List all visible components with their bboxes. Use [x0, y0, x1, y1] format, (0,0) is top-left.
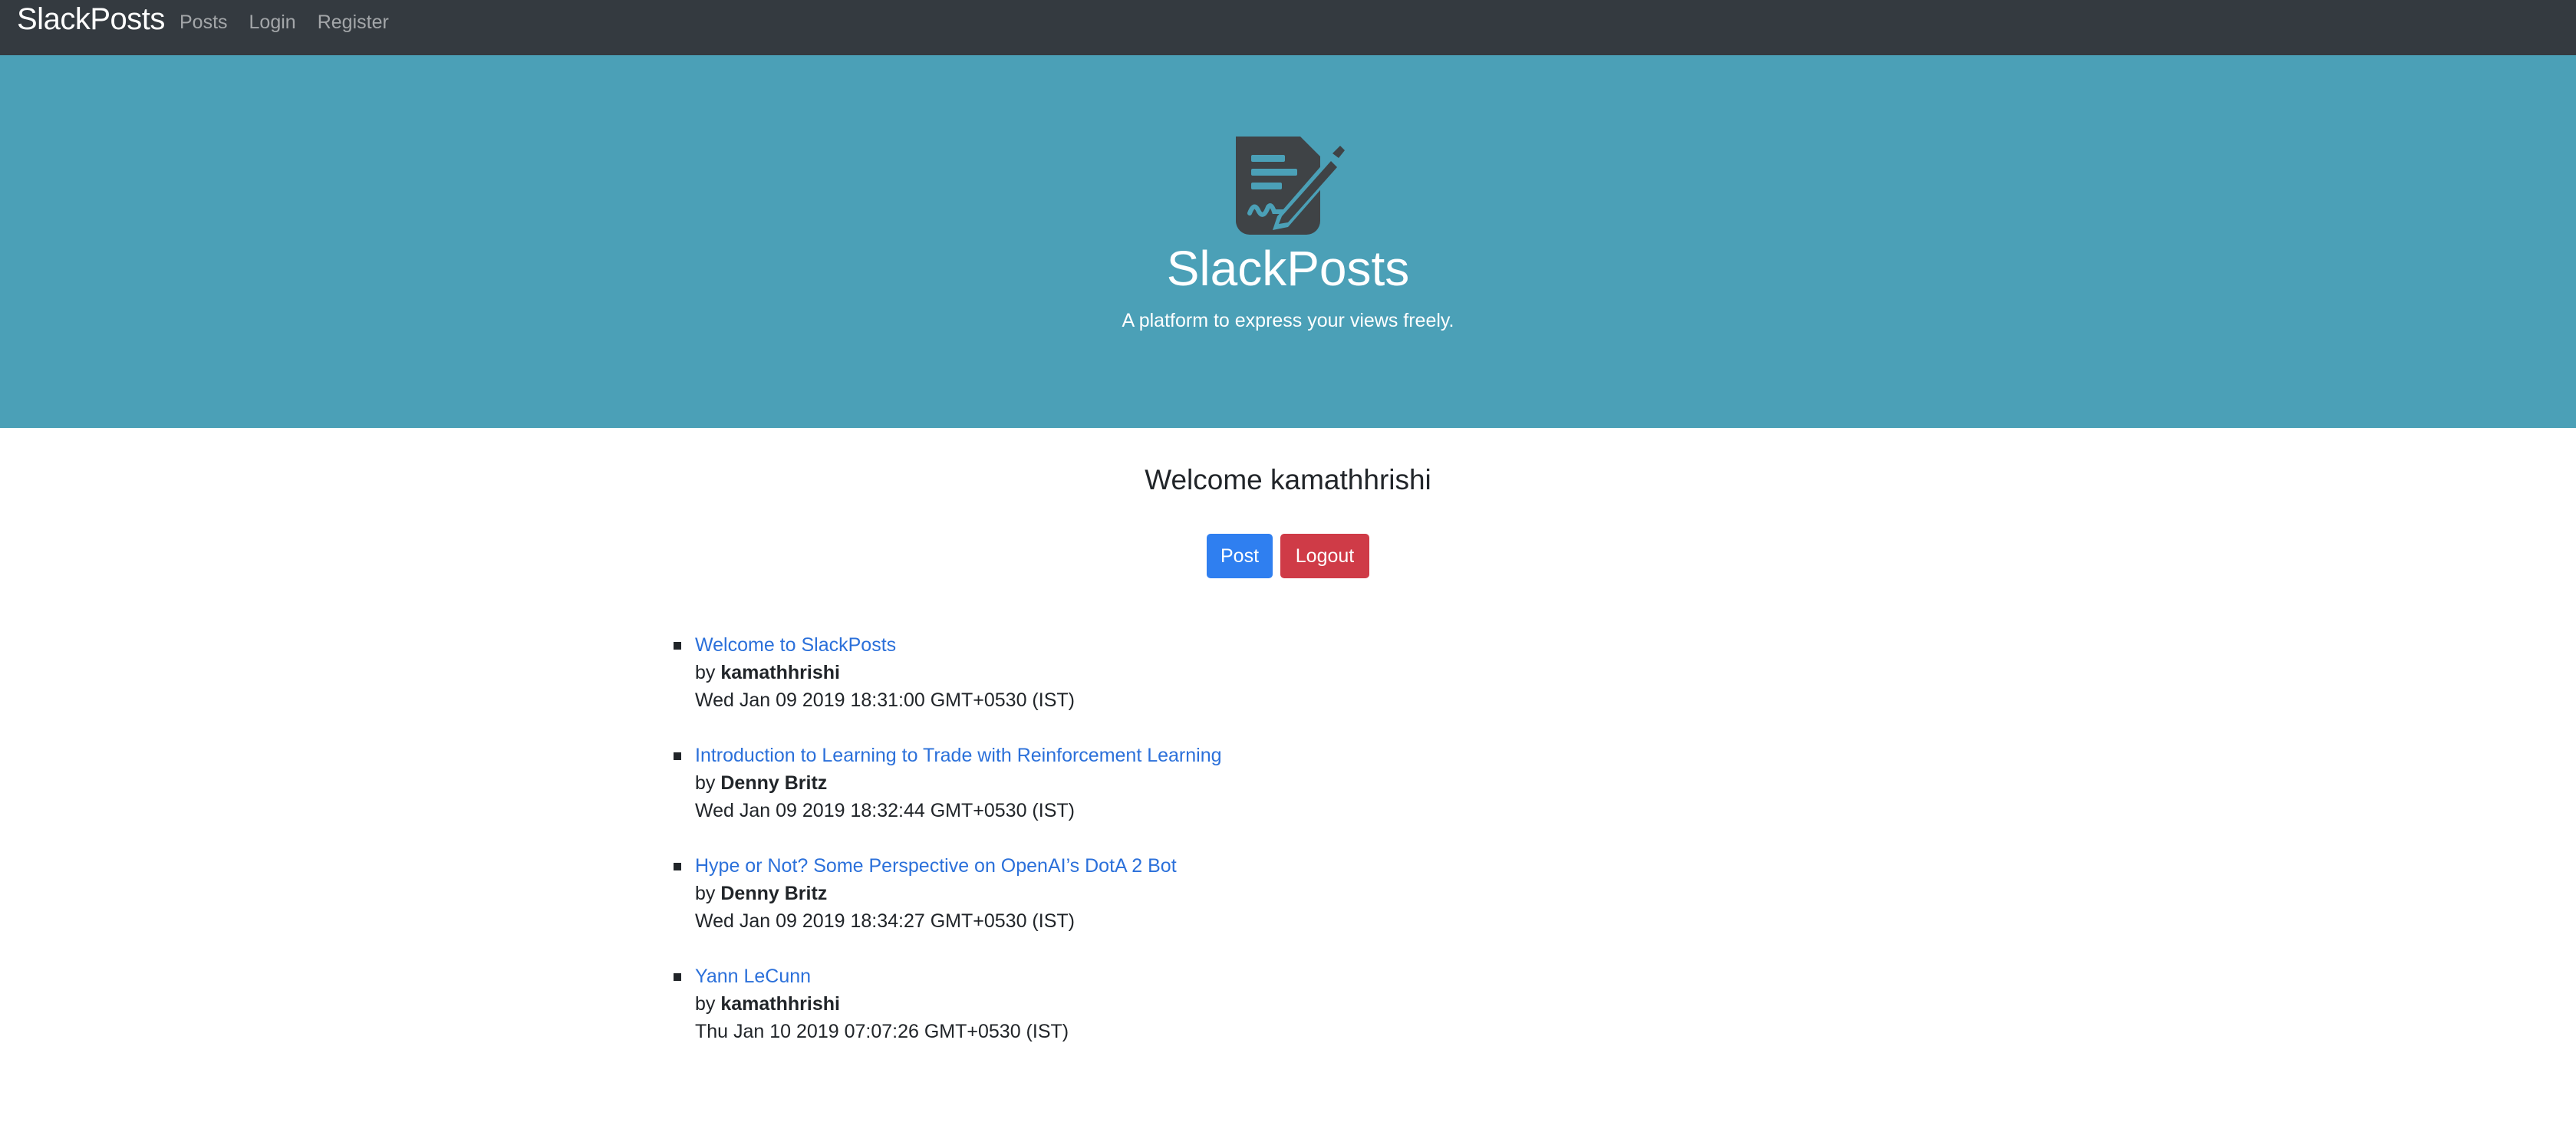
brand-link[interactable]: SlackPosts	[17, 0, 165, 38]
navbar: SlackPosts Posts Login Register	[0, 0, 2576, 55]
hero-banner: SlackPosts A platform to express your vi…	[0, 55, 2576, 428]
nav-link-register[interactable]: Register	[318, 12, 389, 34]
file-signature-icon	[1236, 137, 1345, 235]
list-item: Yann LeCunn by kamathhrishi Thu Jan 10 2…	[664, 963, 1222, 1045]
by-label: by	[695, 662, 716, 683]
post-byline: by Denny Britz	[695, 769, 1222, 797]
action-buttons: Post Logout	[0, 534, 2576, 578]
hero-title: SlackPosts	[1166, 241, 1410, 296]
post-title-link[interactable]: Hype or Not? Some Perspective on OpenAI’…	[695, 852, 1222, 880]
by-label: by	[695, 993, 716, 1015]
post-byline: by Denny Britz	[695, 880, 1222, 907]
list-item: Hype or Not? Some Perspective on OpenAI’…	[664, 852, 1222, 935]
logout-button[interactable]: Logout	[1280, 534, 1369, 578]
post-author: kamathhrishi	[720, 993, 840, 1015]
post-title-link[interactable]: Welcome to SlackPosts	[695, 631, 1222, 659]
list-item: Introduction to Learning to Trade with R…	[664, 742, 1222, 824]
post-button[interactable]: Post	[1207, 534, 1273, 578]
nav-link-login[interactable]: Login	[249, 12, 296, 34]
list-item: Welcome to SlackPosts by kamathhrishi We…	[664, 631, 1222, 714]
post-date: Thu Jan 10 2019 07:07:26 GMT+0530 (IST)	[695, 1021, 1069, 1042]
posts-list: Welcome to SlackPosts by kamathhrishi We…	[664, 631, 1222, 1073]
by-label: by	[695, 883, 716, 904]
post-author: Denny Britz	[720, 772, 828, 794]
post-date: Wed Jan 09 2019 18:31:00 GMT+0530 (IST)	[695, 689, 1075, 711]
post-date: Wed Jan 09 2019 18:32:44 GMT+0530 (IST)	[695, 800, 1075, 821]
nav-link-posts[interactable]: Posts	[180, 12, 228, 34]
welcome-heading: Welcome kamathhrishi	[1145, 464, 1431, 495]
post-byline: by kamathhrishi	[695, 990, 1222, 1018]
post-title-link[interactable]: Introduction to Learning to Trade with R…	[695, 742, 1222, 769]
by-label: by	[695, 772, 716, 794]
post-author: kamathhrishi	[720, 662, 840, 683]
post-date: Wed Jan 09 2019 18:34:27 GMT+0530 (IST)	[695, 910, 1075, 932]
hero-subtitle: A platform to express your views freely.	[1122, 310, 1454, 331]
nav-links: Posts Login Register	[180, 0, 410, 44]
post-byline: by kamathhrishi	[695, 659, 1222, 686]
post-title-link[interactable]: Yann LeCunn	[695, 963, 1222, 990]
post-author: Denny Britz	[720, 883, 828, 904]
